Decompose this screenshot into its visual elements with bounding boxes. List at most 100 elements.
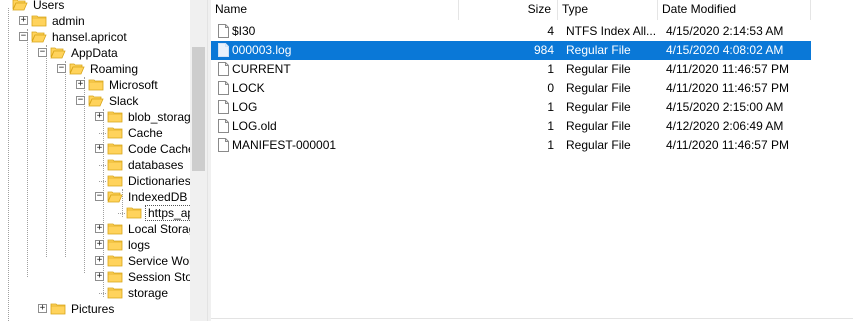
tree-item-label: IndexedDB — [128, 190, 188, 204]
tree-item-code-cache[interactable]: + Code Cache — [0, 141, 190, 157]
tree-item-blob-storage[interactable]: + blob_storage — [0, 109, 190, 125]
file-size: 1 — [547, 119, 554, 133]
file-row[interactable]: LOCK 0 Regular File 4/11/2020 11:46:57 PM — [211, 79, 811, 98]
folder-open-icon — [69, 62, 85, 75]
folder-icon — [107, 110, 123, 123]
tree-item-session-stora[interactable]: + Session Stora — [0, 269, 190, 285]
tree-item-service-work[interactable]: + Service Work — [0, 253, 190, 269]
tree-item-slack[interactable]: − Slack — [0, 93, 190, 109]
file-icon — [218, 24, 229, 38]
folder-icon — [126, 206, 142, 219]
file-size: 0 — [547, 81, 554, 95]
tree-item-appdata[interactable]: − AppData — [0, 45, 190, 61]
file-row[interactable]: LOG.old 1 Regular File 4/12/2020 2:06:49 AM — [211, 117, 811, 136]
tree-item-label: https_app — [145, 205, 190, 221]
file-name: 000003.log — [232, 43, 292, 57]
expand-icon[interactable]: + — [95, 224, 104, 233]
file-icon — [218, 43, 229, 57]
expand-icon[interactable]: + — [19, 16, 28, 25]
folder-icon — [107, 254, 123, 267]
file-date-modified: 4/11/2020 11:46:57 PM — [666, 62, 789, 76]
file-size: 1 — [547, 100, 554, 114]
tree-item-cache[interactable]: Cache — [0, 125, 190, 141]
file-date-modified: 4/11/2020 11:46:57 PM — [666, 81, 789, 95]
file-icon — [218, 119, 229, 133]
collapse-icon[interactable]: − — [19, 32, 28, 41]
expand-icon[interactable]: + — [95, 112, 104, 121]
folder-open-icon — [50, 46, 66, 59]
folder-tree[interactable]: Users + admin − hansel.apricot − AppData − Roami… — [0, 0, 190, 321]
file-name: $I30 — [232, 24, 256, 38]
tree-item-https-app[interactable]: https_app — [0, 205, 190, 221]
folder-open-icon — [88, 94, 104, 107]
tree-item-label: storage — [128, 286, 169, 300]
column-header-name[interactable]: Name — [211, 0, 459, 20]
folder-open-icon — [107, 190, 123, 203]
tree-connector — [99, 181, 106, 182]
file-name: LOG — [232, 100, 258, 114]
folder-icon — [107, 158, 123, 171]
file-size: 4 — [547, 24, 554, 38]
expand-icon[interactable]: + — [38, 304, 47, 313]
tree-item-databases[interactable]: databases — [0, 157, 190, 173]
file-row[interactable]: 000003.log 984 Regular File 4/15/2020 4:08:… — [211, 41, 811, 60]
folder-icon — [107, 174, 123, 187]
tree-item-hansel-apricot[interactable]: − hansel.apricot — [0, 29, 190, 45]
file-row[interactable]: LOG 1 Regular File 4/15/2020 2:15:00 AM — [211, 98, 811, 117]
tree-item-label: Service Work — [128, 254, 190, 268]
file-date-modified: 4/12/2020 2:06:49 AM — [666, 119, 784, 133]
folder-icon — [107, 142, 123, 155]
tree-item-local-storage[interactable]: + Local Storage — [0, 221, 190, 237]
expand-icon[interactable]: + — [95, 256, 104, 265]
folder-icon — [107, 238, 123, 251]
file-size: 1 — [547, 138, 554, 152]
tree-item-dictionaries[interactable]: Dictionaries — [0, 173, 190, 189]
file-type: Regular File — [566, 43, 631, 57]
tree-item-label: Code Cache — [128, 142, 190, 156]
collapse-icon[interactable]: − — [38, 48, 47, 57]
folder-open-icon — [12, 0, 28, 11]
file-list[interactable]: Name Size Type Date Modified $I30 4 NTFS I… — [211, 0, 853, 321]
tree-item-indexeddb[interactable]: − IndexedDB — [0, 189, 190, 205]
file-size: 984 — [533, 43, 554, 57]
expand-icon[interactable]: + — [76, 80, 85, 89]
tree-item-pictures[interactable]: + Pictures — [0, 301, 190, 317]
column-header-type[interactable]: Type — [558, 0, 658, 20]
file-type: Regular File — [566, 119, 631, 133]
tree-item-microsoft[interactable]: + Microsoft — [0, 77, 190, 93]
tree-item-users[interactable]: Users — [0, 0, 190, 13]
tree-item-label: AppData — [71, 46, 118, 60]
collapse-icon[interactable]: − — [95, 192, 104, 201]
expand-icon[interactable]: + — [95, 240, 104, 249]
pane-bottom-border — [211, 318, 853, 319]
tree-item-label: Users — [33, 0, 65, 12]
file-type: NTFS Index All... — [566, 24, 657, 38]
file-row[interactable]: CURRENT 1 Regular File 4/11/2020 11:46:57 P… — [211, 60, 811, 79]
folder-icon — [107, 286, 123, 299]
expand-icon[interactable]: + — [95, 144, 104, 153]
tree-item-admin[interactable]: + admin — [0, 13, 190, 29]
file-row[interactable]: $I30 4 NTFS Index All... 4/15/2020 2:14:53 … — [211, 22, 811, 41]
column-header-date-modified[interactable]: Date Modified — [658, 0, 811, 20]
tree-item-label: Microsoft — [109, 78, 158, 92]
collapse-icon[interactable]: − — [76, 96, 85, 105]
folder-icon — [31, 14, 47, 27]
expand-icon[interactable]: + — [95, 272, 104, 281]
tree-connector — [99, 293, 106, 294]
tree-scrollbar-thumb[interactable] — [192, 47, 205, 171]
tree-item-label: admin — [52, 14, 85, 28]
tree-item-label: hansel.apricot — [52, 30, 127, 44]
file-icon — [218, 100, 229, 114]
file-name: MANIFEST-000001 — [232, 138, 337, 152]
tree-item-logs[interactable]: + logs — [0, 237, 190, 253]
tree-item-roaming[interactable]: − Roaming — [0, 61, 190, 77]
file-date-modified: 4/15/2020 2:15:00 AM — [666, 100, 784, 114]
file-row[interactable]: MANIFEST-000001 1 Regular File 4/11/2020 11… — [211, 136, 811, 155]
collapse-icon[interactable]: − — [57, 64, 66, 73]
file-name: LOCK — [232, 81, 265, 95]
folder-icon — [107, 222, 123, 235]
file-type: Regular File — [566, 62, 631, 76]
column-header-size[interactable]: Size — [459, 0, 558, 20]
tree-item-storage[interactable]: storage — [0, 285, 190, 301]
file-type: Regular File — [566, 100, 631, 114]
